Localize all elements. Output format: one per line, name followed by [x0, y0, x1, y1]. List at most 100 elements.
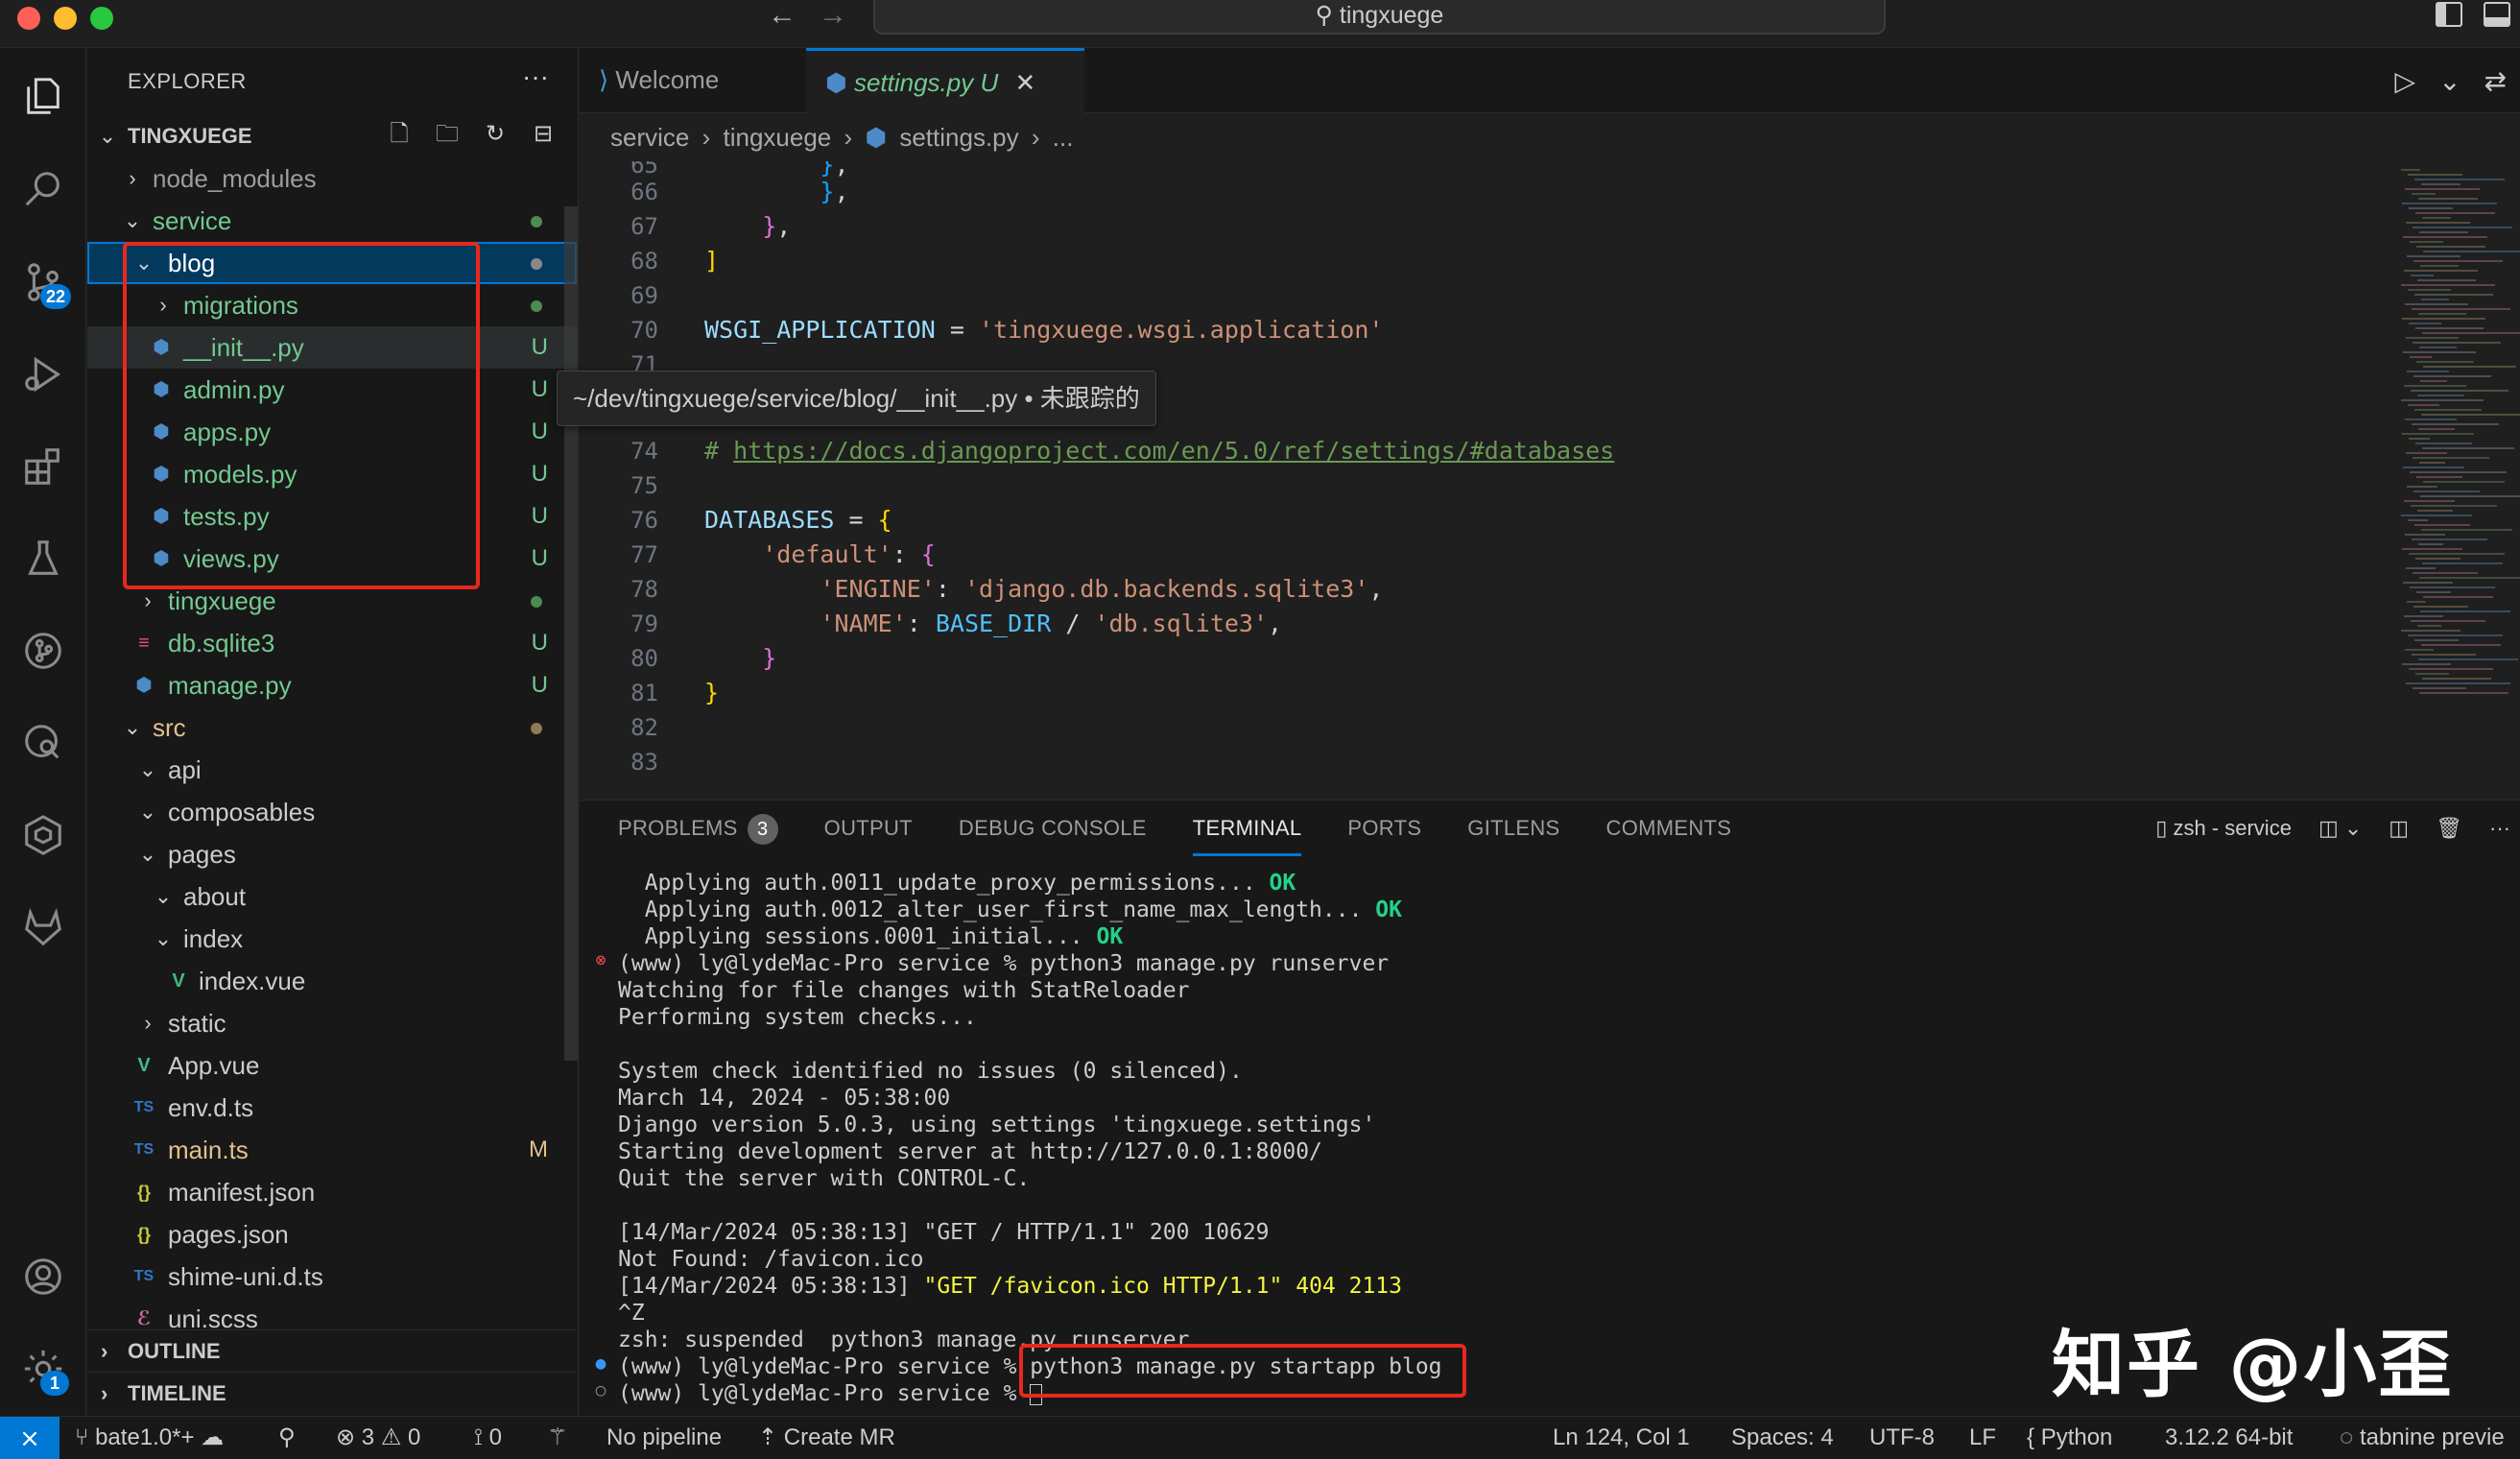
- minimap-line: [2423, 481, 2505, 483]
- compare-changes-icon[interactable]: ⇄: [2484, 65, 2507, 97]
- tree-item-main-ts[interactable]: TS main.ts M: [87, 1129, 577, 1171]
- tabnine-status[interactable]: ◌ tabnine previe: [2340, 1417, 2505, 1459]
- collapse-all-icon[interactable]: ⊟: [530, 121, 557, 148]
- tree-item-about[interactable]: ⌄ about: [87, 875, 577, 918]
- language-mode[interactable]: { Python: [2027, 1417, 2112, 1459]
- cursor-position[interactable]: Ln 124, Col 1: [1553, 1417, 1690, 1459]
- settings-gear-icon[interactable]: 1: [0, 1330, 86, 1407]
- tree-item-static[interactable]: › static: [87, 1002, 577, 1044]
- tab-comments[interactable]: COMMENTS: [1606, 801, 1732, 856]
- branch-indicator[interactable]: ⑂ bate1.0*+ ☁: [75, 1417, 224, 1459]
- search-icon[interactable]: [0, 152, 86, 228]
- extensions-icon[interactable]: [0, 428, 86, 505]
- python-interpreter[interactable]: 3.12.2 64-bit: [2165, 1417, 2293, 1459]
- create-mr-button[interactable]: ⇡ Create MR: [758, 1417, 895, 1459]
- source-control-icon[interactable]: 22: [0, 244, 86, 321]
- tree-item-db-sqlite3[interactable]: ≡ db.sqlite3 U: [87, 622, 577, 664]
- ports-indicator[interactable]: ⟟ 0: [474, 1417, 502, 1459]
- run-debug-icon[interactable]: [0, 336, 86, 413]
- json-file-icon: {}: [136, 1225, 151, 1244]
- tree-item-index[interactable]: ⌄ index: [87, 918, 577, 960]
- new-terminal-split-icon[interactable]: ◫ ⌄: [2318, 812, 2362, 845]
- tree-item-apps-py[interactable]: ⬢ apps.py U: [87, 411, 577, 453]
- tree-item-blog[interactable]: ⌄ blog: [87, 242, 577, 284]
- pipeline-status[interactable]: No pipeline: [606, 1417, 722, 1459]
- tree-item-pages[interactable]: ⌄ pages: [87, 833, 577, 875]
- toggle-sidebar-icon[interactable]: [2436, 2, 2462, 27]
- git-graph-icon[interactable]: [0, 612, 86, 689]
- tree-item-service[interactable]: ⌄ service: [87, 200, 577, 242]
- code-editor[interactable]: 65 }, 66 }, 67 }, 68] 69 70 WSGI_APPLICAT…: [580, 161, 2520, 800]
- tab-welcome[interactable]: ⟩ Welcome: [580, 48, 805, 113]
- split-terminal-icon[interactable]: ◫: [2389, 812, 2409, 845]
- tree-item-tingxuege[interactable]: › tingxuege: [87, 580, 577, 622]
- docs-link[interactable]: https://docs.djangoproject.com/en/5.0/re…: [733, 437, 1614, 465]
- back-arrow-icon[interactable]: ←: [763, 0, 801, 33]
- gitlens-icon[interactable]: ⚲: [278, 1417, 296, 1459]
- chevron-down-icon[interactable]: ⌄: [2438, 65, 2461, 97]
- tree-item-pages-json[interactable]: {} pages.json: [87, 1213, 577, 1256]
- command-center[interactable]: ⚲ tingxuege: [873, 0, 1886, 35]
- gitlens-inspect-icon[interactable]: [0, 705, 86, 781]
- minimap-line: [2410, 241, 2443, 243]
- testing-icon[interactable]: [0, 520, 86, 597]
- window-close-button[interactable]: [17, 7, 40, 30]
- minimap-line: [2421, 644, 2501, 646]
- tree-item-views-py[interactable]: ⬢ views.py U: [87, 538, 577, 580]
- remote-explorer-icon[interactable]: [0, 797, 86, 873]
- window-minimize-button[interactable]: [54, 7, 77, 30]
- tree-item-index-vue[interactable]: V index.vue: [87, 960, 577, 1002]
- tree-item-app-vue[interactable]: V App.vue: [87, 1044, 577, 1087]
- account-icon[interactable]: [0, 1238, 86, 1315]
- new-folder-icon[interactable]: 🗀: [434, 121, 461, 148]
- tree-item-migrations[interactable]: › migrations: [87, 284, 577, 326]
- tree-item-node-modules[interactable]: › node_modules: [87, 157, 577, 200]
- breadcrumb-tingxuege[interactable]: tingxuege: [724, 123, 832, 152]
- terminal-selector[interactable]: ▯ zsh - service: [2155, 812, 2292, 845]
- pipeline-icon[interactable]: ⚚: [547, 1417, 568, 1459]
- toggle-panel-icon[interactable]: [2484, 2, 2510, 27]
- tree-item-init-py[interactable]: ⬢ __init__.py U: [87, 326, 577, 369]
- encoding[interactable]: UTF-8: [1869, 1417, 1935, 1459]
- tree-item-composables[interactable]: ⌄ composables: [87, 791, 577, 833]
- gitlab-icon[interactable]: [0, 889, 86, 966]
- run-icon[interactable]: ▷: [2395, 65, 2416, 97]
- tab-debug-console[interactable]: DEBUG CONSOLE: [959, 801, 1147, 856]
- more-actions-icon[interactable]: ···: [2489, 812, 2510, 845]
- forward-arrow-icon[interactable]: →: [814, 0, 852, 33]
- window-maximize-button[interactable]: [90, 7, 113, 30]
- more-actions-icon[interactable]: ···: [522, 61, 549, 92]
- breadcrumb-more[interactable]: ...: [1053, 123, 1074, 152]
- tree-item-manage-py[interactable]: ⬢ manage.py U: [87, 664, 577, 706]
- tab-settings-py[interactable]: ⬢ settings.py U ✕: [806, 48, 1084, 113]
- tab-terminal[interactable]: TERMINAL: [1192, 801, 1302, 856]
- tree-item-env-d-ts[interactable]: TS env.d.ts: [87, 1087, 577, 1129]
- new-file-icon[interactable]: 🗋: [386, 121, 413, 148]
- indentation[interactable]: Spaces: 4: [1731, 1417, 1834, 1459]
- sidebar-scrollbar[interactable]: [564, 206, 578, 1061]
- tree-item-shime-uni-d-ts[interactable]: TS shime-uni.d.ts: [87, 1256, 577, 1298]
- trash-icon[interactable]: 🗑: [2436, 812, 2462, 845]
- breadcrumb-settings[interactable]: settings.py: [899, 123, 1018, 152]
- tree-item-tests-py[interactable]: ⬢ tests.py U: [87, 495, 577, 538]
- remote-indicator-icon[interactable]: ⨯: [0, 1417, 59, 1459]
- tab-output[interactable]: OUTPUT: [824, 801, 913, 856]
- tab-problems[interactable]: PROBLEMS 3: [618, 801, 778, 856]
- timeline-section[interactable]: › TIMELINE: [87, 1372, 577, 1414]
- tree-item-models-py[interactable]: ⬢ models.py U: [87, 453, 577, 495]
- tree-item-src[interactable]: ⌄ src: [87, 706, 577, 749]
- minimap[interactable]: [2395, 161, 2520, 800]
- vue-file-icon: V: [172, 970, 185, 992]
- tab-gitlens[interactable]: GITLENS: [1467, 801, 1559, 856]
- tree-item-api[interactable]: ⌄ api: [87, 749, 577, 791]
- tree-item-admin-py[interactable]: ⬢ admin.py U: [87, 369, 577, 411]
- problems-indicator[interactable]: ⊗ 3 ⚠ 0: [336, 1417, 420, 1459]
- close-icon[interactable]: ✕: [1014, 68, 1035, 97]
- explorer-icon[interactable]: [0, 58, 86, 134]
- outline-section[interactable]: › OUTLINE: [87, 1329, 577, 1372]
- tab-ports[interactable]: PORTS: [1347, 801, 1421, 856]
- line-ending[interactable]: LF: [1969, 1417, 1996, 1459]
- breadcrumb-service[interactable]: service: [610, 123, 689, 152]
- tree-item-manifest-json[interactable]: {} manifest.json: [87, 1171, 577, 1213]
- refresh-icon[interactable]: ↻: [482, 121, 509, 148]
